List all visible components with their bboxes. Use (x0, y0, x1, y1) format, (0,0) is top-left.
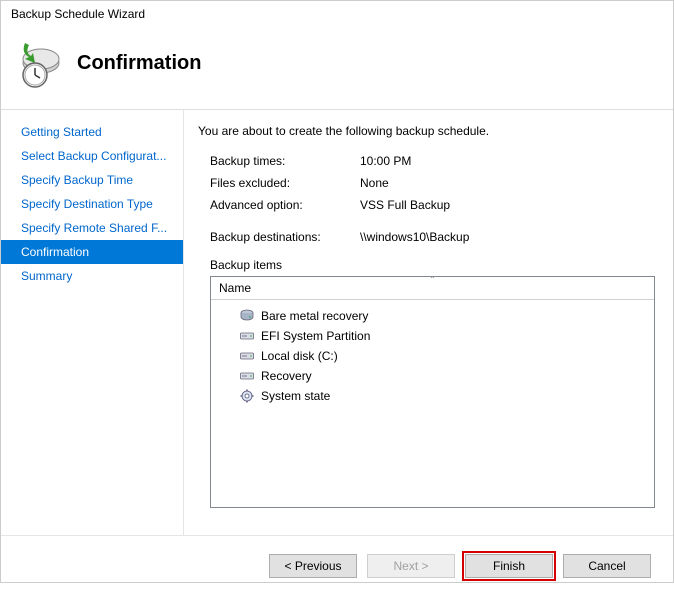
window-title: Backup Schedule Wizard (1, 1, 673, 27)
backup-items-list[interactable]: ⌃ Name Bare metal recovery EFI System Par… (210, 276, 655, 508)
cancel-button[interactable]: Cancel (563, 554, 651, 578)
next-button: Next > (367, 554, 455, 578)
list-item[interactable]: Recovery (211, 366, 654, 386)
summary-row: Files excluded:None (198, 172, 655, 194)
summary-label: Advanced option: (210, 198, 360, 212)
list-column-header[interactable]: ⌃ Name (211, 277, 654, 300)
sidebar-item-step-6[interactable]: Summary (1, 264, 183, 288)
sidebar-item-step-4[interactable]: Specify Remote Shared F... (1, 216, 183, 240)
previous-button[interactable]: < Previous (269, 554, 357, 578)
drive-icon (239, 348, 255, 364)
intro-text: You are about to create the following ba… (198, 124, 655, 138)
list-item[interactable]: Local disk (C:) (211, 346, 654, 366)
list-item-label: Recovery (261, 369, 312, 383)
summary-label: Backup times: (210, 154, 360, 168)
sidebar-item-step-5[interactable]: Confirmation (1, 240, 183, 264)
gear-icon (239, 388, 255, 404)
sort-caret-icon: ⌃ (429, 276, 436, 284)
page-title: Confirmation (77, 52, 201, 75)
backup-destinations-value: \\windows10\Backup (360, 230, 469, 244)
list-item-label: Local disk (C:) (261, 349, 338, 363)
summary-value: None (360, 176, 389, 190)
main-panel: You are about to create the following ba… (184, 110, 673, 535)
list-item-label: Bare metal recovery (261, 309, 368, 323)
sidebar-item-step-0[interactable]: Getting Started (1, 120, 183, 144)
backup-items-label: Backup items (198, 248, 655, 276)
backup-destinations-label: Backup destinations: (210, 230, 360, 244)
sidebar-item-step-3[interactable]: Specify Destination Type (1, 192, 183, 216)
drive-icon (239, 328, 255, 344)
disk-icon (239, 308, 255, 324)
summary-row: Advanced option:VSS Full Backup (198, 194, 655, 216)
list-item[interactable]: EFI System Partition (211, 326, 654, 346)
list-item-label: System state (261, 389, 330, 403)
sidebar-item-step-1[interactable]: Select Backup Configurat... (1, 144, 183, 168)
list-item[interactable]: Bare metal recovery (211, 306, 654, 326)
wizard-header: Confirmation (1, 27, 673, 110)
list-item[interactable]: System state (211, 386, 654, 406)
summary-value: 10:00 PM (360, 154, 411, 168)
summary-row: Backup times:10:00 PM (198, 150, 655, 172)
summary-label: Files excluded: (210, 176, 360, 190)
wizard-steps-sidebar: Getting StartedSelect Backup Configurat.… (1, 110, 184, 535)
sidebar-item-step-2[interactable]: Specify Backup Time (1, 168, 183, 192)
finish-button[interactable]: Finish (465, 554, 553, 578)
list-item-label: EFI System Partition (261, 329, 370, 343)
wizard-footer: < Previous Next > Finish Cancel (1, 535, 673, 595)
summary-value: VSS Full Backup (360, 198, 450, 212)
drive-icon (239, 368, 255, 384)
wizard-icon (11, 35, 67, 91)
